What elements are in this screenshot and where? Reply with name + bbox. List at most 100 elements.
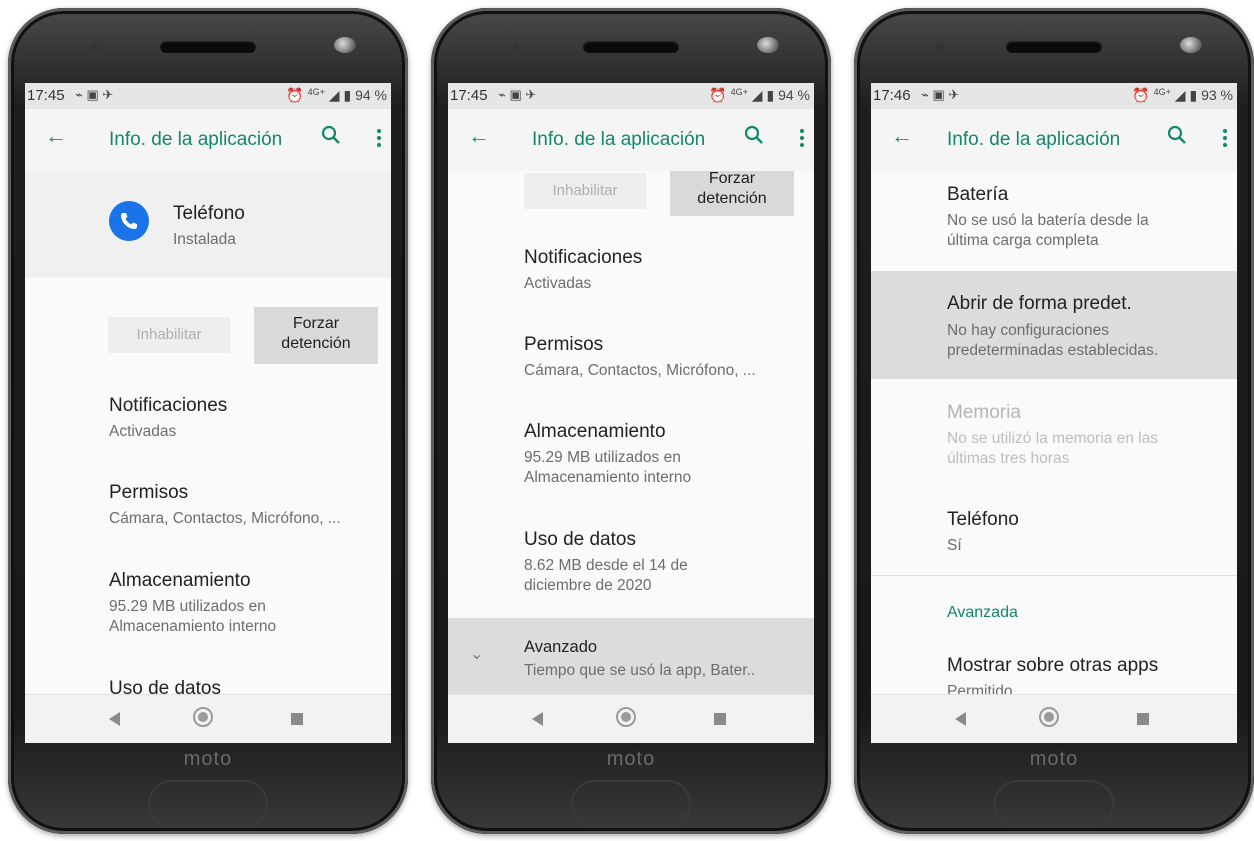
app-state: Instalada [173,231,236,248]
item-subtitle: Sí [947,537,962,554]
navigation-bar [25,694,391,743]
status-right: ⏰ 4G+ ◢ ▮ 93 % [1132,87,1233,104]
screen-3: 17:46 ⌁ ▣ ✈ ⏰ 4G+ ◢ ▮ 93 % ← Info. de la… [871,83,1237,743]
search-icon[interactable] [744,125,764,145]
list-item-storage[interactable]: Almacenamiento 95.29 MB utilizados en Al… [109,569,389,637]
status-bar: 17:45 ⌁ ▣ ✈ ⏰ 4G+ ◢ ▮ 94 % [25,83,391,109]
list-item-notifications[interactable]: Notificaciones Activadas [109,394,389,442]
item-subtitle: 95.29 MB utilizados en Almacenamiento in… [524,449,692,486]
list-item-phone[interactable]: Teléfono Sí [947,508,1227,556]
signal-icon: ◢ [328,87,340,103]
list-item-storage[interactable]: Almacenamiento 95.29 MB utilizados en Al… [524,420,804,488]
disable-button[interactable]: Inhabilitar [524,173,646,209]
nav-back-icon[interactable] [532,712,543,726]
nav-home-icon[interactable] [193,707,213,727]
more-options-icon[interactable] [377,129,381,147]
item-subtitle: Cámara, Contactos, Micrófono, ... [524,362,756,379]
item-subtitle: Cámara, Contactos, Micrófono, ... [109,510,341,527]
screen-1: 17:45 ⌁ ▣ ✈ ⏰ 4G+ ◢ ▮ 94 % ← Info. de la… [25,83,391,743]
page-title: Info. de la aplicación [109,129,283,150]
list-item-notifications[interactable]: Notificaciones Activadas [524,246,804,294]
front-camera-icon [757,37,779,53]
search-icon[interactable] [1167,125,1187,145]
disable-button[interactable]: Inhabilitar [108,317,230,353]
item-title: Permisos [524,334,604,355]
phone-frame-1: 17:45 ⌁ ▣ ✈ ⏰ 4G+ ◢ ▮ 94 % ← Info. de la… [8,8,408,834]
signal-icon: ◢ [1174,87,1186,103]
nav-recents-icon[interactable] [291,713,303,725]
battery-level: 93 % [1201,87,1233,103]
item-subtitle: 95.29 MB utilizados en Almacenamiento in… [109,598,277,635]
nav-back-icon[interactable] [109,712,120,726]
nav-recents-icon[interactable] [714,713,726,725]
nav-back-icon[interactable] [955,712,966,726]
item-title: Mostrar sobre otras apps [947,655,1159,676]
phone-app-icon [109,201,149,241]
item-title: Almacenamiento [109,570,251,591]
item-title: Almacenamiento [524,421,666,442]
list-item-open-by-default[interactable]: Abrir de forma predet. No hay configurac… [871,271,1237,379]
item-title: Abrir de forma predet. [947,293,1132,314]
fingerprint-sensor [994,780,1114,828]
item-title: Batería [947,184,1009,205]
app-name: Teléfono [173,203,245,224]
more-options-icon[interactable] [800,129,804,147]
list-item-permissions[interactable]: Permisos Cámara, Contactos, Micrófono, .… [109,481,389,529]
item-title: Uso de datos [524,529,636,550]
item-subtitle: Activadas [524,275,592,292]
app-bar: ← Info. de la aplicación [25,109,391,171]
brand-logo: moto [1029,748,1079,770]
list-item-memory: Memoria No se utilizó la memoria en las … [947,401,1227,469]
list-item-data-usage[interactable]: Uso de datos 8.62 MB desde el 14 de dici… [524,528,804,596]
battery-icon: ▮ [766,87,775,103]
fingerprint-sensor [148,780,268,828]
more-options-icon[interactable] [1223,129,1227,147]
earpiece-speaker [583,41,679,53]
nav-recents-icon[interactable] [1137,713,1149,725]
status-right: ⏰ 4G+ ◢ ▮ 94 % [709,87,810,104]
item-subtitle: 8.62 MB desde el 14 de diciembre de 2020 [524,557,688,594]
battery-icon: ▮ [343,87,352,103]
nav-home-icon[interactable] [616,707,636,727]
status-bar: 17:45 ⌁ ▣ ✈ ⏰ 4G+ ◢ ▮ 94 % [448,83,814,109]
item-subtitle: No se usó la batería desde la última car… [947,212,1149,249]
proximity-sensor [513,43,521,51]
phone-frame-2: Inhabilitar Forzar detención 17:45 ⌁ ▣ ✈… [431,8,831,834]
force-stop-button[interactable]: Forzar detención [254,307,378,364]
search-icon[interactable] [321,125,341,145]
item-subtitle: Tiempo que se usó la app, Bater.. [524,662,756,679]
alarm-icon: ⏰ [709,87,727,103]
network-type: 4G+ [730,87,748,97]
nav-home-icon[interactable] [1039,707,1059,727]
item-title: Teléfono [947,509,1019,530]
page-title: Info. de la aplicación [947,129,1121,150]
network-type: 4G+ [1153,87,1171,97]
list-item-battery[interactable]: Batería No se usó la batería desde la úl… [947,183,1227,251]
back-arrow-icon[interactable]: ← [468,123,490,149]
status-time: 17:45 [27,87,65,104]
fingerprint-sensor [571,780,691,828]
notification-icons: ⌁ ▣ ✈ [498,87,537,102]
screen-2: Inhabilitar Forzar detención 17:45 ⌁ ▣ ✈… [448,83,814,743]
status-time: 17:45 [450,87,488,104]
advanced-expander[interactable]: ⌄ Avanzado Tiempo que se usó la app, Bat… [448,618,814,695]
proximity-sensor [936,43,944,51]
battery-level: 94 % [778,87,810,103]
page-title: Info. de la aplicación [532,129,706,150]
back-arrow-icon[interactable]: ← [891,123,913,149]
earpiece-speaker [1006,41,1102,53]
status-bar: 17:46 ⌁ ▣ ✈ ⏰ 4G+ ◢ ▮ 93 % [871,83,1237,109]
navigation-bar [448,694,814,743]
signal-icon: ◢ [751,87,763,103]
status-right: ⏰ 4G+ ◢ ▮ 94 % [286,87,387,104]
chevron-down-icon: ⌄ [470,646,484,663]
navigation-bar [871,694,1237,743]
back-arrow-icon[interactable]: ← [45,123,67,149]
section-divider [871,575,1237,576]
notification-icons: ⌁ ▣ ✈ [921,87,960,102]
list-item-permissions[interactable]: Permisos Cámara, Contactos, Micrófono, .… [524,333,804,381]
status-time: 17:46 [873,87,911,104]
app-bar: ← Info. de la aplicación [448,109,814,171]
front-camera-icon [334,37,356,53]
item-title: Memoria [947,402,1021,423]
